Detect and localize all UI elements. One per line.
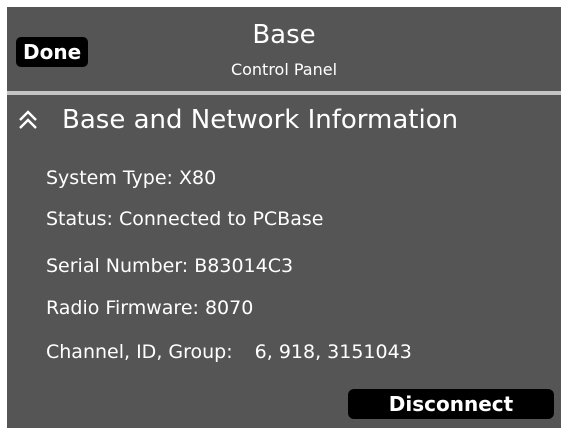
status-text: Status: Connected to PCBase bbox=[46, 208, 324, 230]
channel-id-group-row: Channel, ID, Group: 6, 918, 3151043 bbox=[46, 340, 412, 364]
channel-id-group-label: Channel, ID, Group: bbox=[46, 341, 233, 363]
page-subtitle: Control Panel bbox=[230, 60, 338, 79]
header-bar: Done Base Control Panel bbox=[7, 7, 561, 91]
page-title: Base bbox=[252, 20, 316, 50]
section-header-base-network[interactable]: Base and Network Information bbox=[7, 95, 561, 145]
double-chevron-up-icon[interactable] bbox=[17, 109, 39, 131]
system-type-text: System Type: X80 bbox=[46, 167, 217, 189]
radio-firmware-text: Radio Firmware: 8070 bbox=[46, 297, 254, 319]
disconnect-button[interactable]: Disconnect bbox=[348, 389, 554, 419]
section-title: Base and Network Information bbox=[62, 105, 459, 135]
channel-id-group-value: 6, 918, 3151043 bbox=[254, 341, 412, 363]
base-control-panel: Done Base Control Panel Base and Network… bbox=[7, 7, 561, 428]
serial-number-text: Serial Number: B83014C3 bbox=[46, 255, 294, 277]
